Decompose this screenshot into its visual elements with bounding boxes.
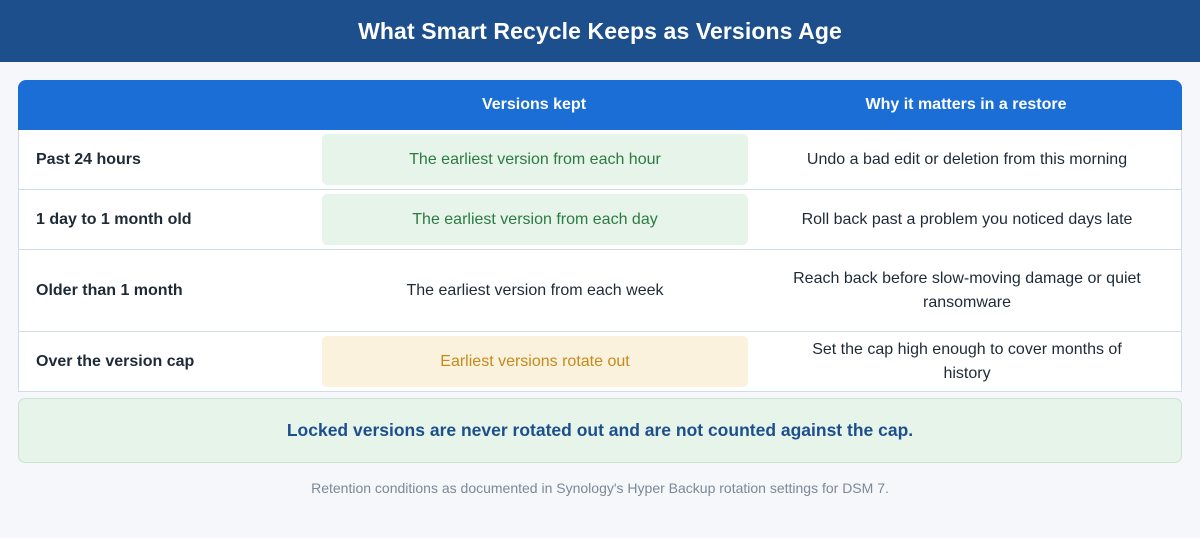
page-title: What Smart Recycle Keeps as Versions Age bbox=[358, 17, 842, 44]
row-age-label: Over the version cap bbox=[36, 352, 195, 370]
row-why-text: Reach back before slow-moving damage or … bbox=[793, 269, 1141, 311]
header-why-it-matters: Why it matters in a restore bbox=[865, 96, 1067, 113]
header-versions-kept: Versions kept bbox=[481, 96, 587, 113]
kept-badge: Earliest versions rotate out bbox=[322, 336, 748, 387]
table-header: Versions kept Why it matters in a restor… bbox=[18, 80, 1182, 130]
row-kept-cell: The earliest version from each hour bbox=[319, 130, 751, 189]
row-age-label: Older than 1 month bbox=[36, 281, 183, 299]
kept-badge: The earliest version from each day bbox=[322, 194, 748, 245]
table-row: Over the version cap Earliest versions r… bbox=[18, 332, 1182, 392]
retention-table: Versions kept Why it matters in a restor… bbox=[18, 80, 1182, 392]
table-row: 1 day to 1 month old The earliest versio… bbox=[18, 190, 1182, 250]
table-row: Older than 1 month The earliest version … bbox=[18, 250, 1182, 332]
row-kept-cell: The earliest version from each day bbox=[319, 190, 751, 249]
row-kept-cell: Earliest versions rotate out bbox=[319, 332, 751, 391]
row-why-text: Roll back past a problem you noticed day… bbox=[801, 210, 1133, 228]
source-footnote: Retention conditions as documented in Sy… bbox=[311, 480, 889, 496]
row-age-label: 1 day to 1 month old bbox=[36, 210, 192, 228]
table-row: Past 24 hours The earliest version from … bbox=[18, 130, 1182, 190]
kept-text: The earliest version from each week bbox=[406, 281, 664, 299]
row-age-label: Past 24 hours bbox=[36, 150, 141, 168]
title-bar: What Smart Recycle Keeps as Versions Age bbox=[0, 0, 1200, 62]
row-why-text: Set the cap high enough to cover months … bbox=[812, 340, 1122, 382]
kept-badge: The earliest version from each hour bbox=[322, 134, 748, 185]
row-kept-cell: The earliest version from each week bbox=[319, 250, 751, 331]
locked-versions-note: Locked versions are never rotated out an… bbox=[18, 398, 1182, 463]
row-why-text: Undo a bad edit or deletion from this mo… bbox=[806, 150, 1128, 168]
